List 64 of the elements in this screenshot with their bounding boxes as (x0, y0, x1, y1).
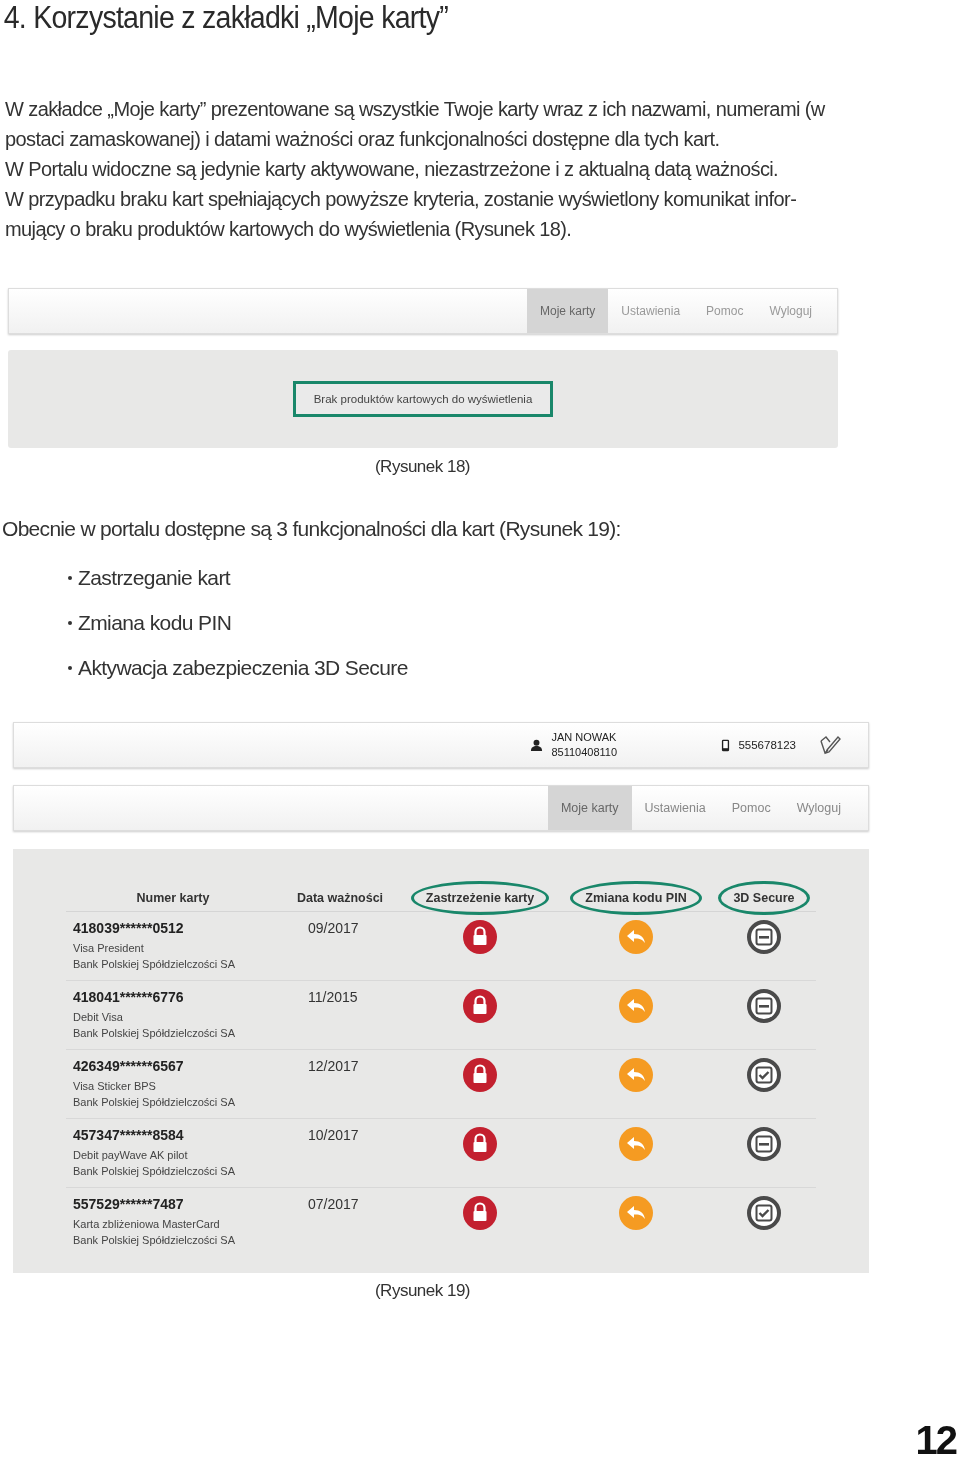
nav-tab[interactable]: Pomoc (693, 289, 757, 333)
expiry-date: 11/2015 (307, 989, 359, 1005)
edit-icon[interactable] (818, 733, 842, 757)
nav-tab[interactable]: Wyloguj (756, 289, 825, 333)
bank-name: Bank Polskiej Spółdzielczości SA (73, 1026, 237, 1041)
lock-icon[interactable] (463, 920, 497, 954)
nav-tab[interactable]: Wyloguj (783, 786, 854, 830)
empty-message: Brak produktów kartowych do wyświetlenia (292, 381, 554, 417)
column-header: 3D Secure (718, 881, 810, 915)
card-name: Visa President (73, 941, 145, 956)
lock-icon[interactable] (463, 1196, 497, 1230)
nav-tab[interactable]: Moje karty (547, 786, 632, 830)
column-header: Zmiana kodu PIN (570, 881, 702, 915)
intro-text: Obecnie w portalu dostępne są 3 funkcjonalności dla kart (Rysunek 19): (2, 517, 622, 541)
bank-name: Bank Polskiej Spółdzielczości SA (73, 957, 237, 972)
card-name: Karta zbliżeniowa MasterCard (73, 1217, 221, 1232)
card-number: 426349******6567 (73, 1058, 185, 1074)
section-heading: 4. Korzystanie z zakładki „Moje karty” (2, 0, 449, 36)
lock-icon[interactable] (463, 989, 497, 1023)
card-number: 418039******0512 (73, 920, 185, 936)
bullet-text: Zmiana kodu PIN (78, 610, 232, 635)
card-name: Visa Sticker BPS (73, 1079, 157, 1094)
user-name: JAN NOWAK (551, 730, 618, 745)
card-name: Debit Visa (73, 1010, 124, 1025)
figure-caption: (Rysunek 19) (373, 1281, 472, 1301)
page-number: 12 (915, 1418, 956, 1463)
minus-icon[interactable] (747, 989, 781, 1023)
lock-icon[interactable] (463, 1127, 497, 1161)
nav-tab[interactable]: Pomoc (718, 786, 784, 830)
phone-icon (721, 738, 731, 752)
bank-name: Bank Polskiej Spółdzielczości SA (73, 1095, 237, 1110)
nav-tab[interactable]: Moje karty (527, 289, 609, 333)
checkbox-icon[interactable] (747, 1058, 781, 1092)
card-number: 557529******7487 (73, 1196, 185, 1212)
nav-tab[interactable]: Ustawienia (631, 786, 719, 830)
bank-name: Bank Polskiej Spółdzielczości SA (73, 1233, 237, 1248)
card-number: 457347******8584 (73, 1127, 185, 1143)
bullet-text: Aktywacja zabezpieczenia 3D Secure (78, 655, 408, 680)
expiry-date: 10/2017 (307, 1127, 360, 1143)
column-header: Numer karty (136, 891, 210, 905)
figure-caption: (Rysunek 18) (373, 457, 472, 477)
body-paragraph: W zakładce „Moje karty” prezentowane są wszystkie Twoje karty wraz z ich nazwami, numerami (w postaci zamaskowanej) i datami ważności oraz funkcjonalności dostępne dla tych kart. (5, 97, 826, 152)
phone-number: 555678123 (738, 739, 796, 751)
bullet-icon (68, 665, 72, 670)
user-id: 85110408110 (551, 745, 619, 760)
bullet-icon (68, 620, 72, 625)
bullet-text: Zastrzeganie kart (78, 565, 231, 590)
column-header: Zastrzeżenie karty (410, 881, 550, 915)
body-paragraph: W przypadku braku kart spełniających powyższe kryteria, zostanie wyświetlony komunikat infor-mujący o braku produktów kartowych do wyświetlenia (Rysunek 18). (5, 187, 798, 242)
expiry-date: 07/2017 (307, 1196, 360, 1212)
nav-tab[interactable]: Ustawienia (608, 289, 694, 333)
body-paragraph: W Portalu widoczne są jedynie karty aktywowane, niezastrzeżone i z aktualną datą ważności. (5, 157, 780, 182)
lock-icon[interactable] (463, 1058, 497, 1092)
card-name: Debit payWave AK pilot (73, 1148, 189, 1163)
bullet-icon (68, 575, 72, 580)
expiry-date: 12/2017 (307, 1058, 360, 1074)
checkbox-icon[interactable] (747, 1196, 781, 1230)
user-icon (530, 738, 544, 752)
minus-icon[interactable] (747, 1127, 781, 1161)
bank-name: Bank Polskiej Spółdzielczości SA (73, 1164, 237, 1179)
minus-icon[interactable] (747, 920, 781, 954)
expiry-date: 09/2017 (307, 920, 360, 936)
card-number: 418041******6776 (73, 989, 185, 1005)
column-header: Data ważności (296, 891, 384, 905)
